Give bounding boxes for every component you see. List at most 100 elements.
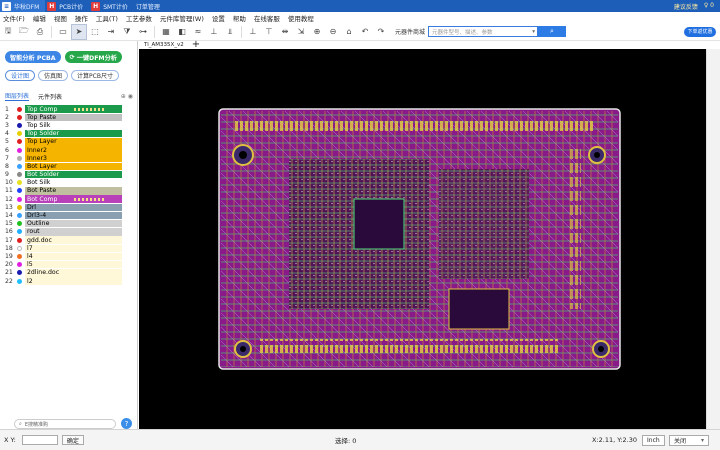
layer-color-dot[interactable] [17, 106, 22, 112]
layer-color-dot[interactable] [17, 180, 22, 186]
layer-row[interactable]: 7 Inner3 [4, 154, 122, 162]
menu-operation[interactable]: 操作 [75, 13, 88, 23]
layer-color-dot[interactable] [17, 245, 22, 251]
align-top-icon[interactable]: ⊤ [261, 24, 277, 40]
redo-icon[interactable]: ↷ [373, 24, 389, 40]
layer-row[interactable]: 15 Outline [4, 219, 122, 228]
calc-pcb-size-button[interactable]: 计算PCB尺寸 [71, 70, 119, 81]
one-click-dfm-button[interactable]: ⟳ 一键DFM分析 [64, 51, 122, 63]
box-select-icon[interactable]: ⬚ [87, 24, 103, 40]
tab-dfm[interactable]: ≡ 华秋DFM [0, 0, 46, 12]
layer-row[interactable]: 18 l7 [4, 244, 122, 253]
menu-process-params[interactable]: 工艺参数 [126, 13, 152, 23]
grid-icon[interactable]: ▦ [158, 24, 174, 40]
mirror-icon[interactable]: ⇲ [293, 24, 309, 40]
tab-component-list[interactable]: 元件列表 [38, 92, 62, 101]
close-select[interactable]: 关闭 ▾ [669, 434, 709, 446]
file-tab[interactable]: Ti_AM335X_v2 [140, 42, 188, 48]
layer-color-dot[interactable] [17, 237, 22, 243]
layer-row[interactable]: 12 Bot Comp [4, 195, 122, 203]
flip-icon[interactable]: ⇹ [277, 24, 293, 40]
layer-row[interactable]: 11 Bot Paste [4, 187, 122, 195]
layer-color-dot[interactable] [17, 131, 22, 137]
layer-row[interactable]: 19 l4 [4, 252, 122, 261]
save-icon[interactable]: 🖫 [0, 24, 16, 40]
chart-icon[interactable]: ⫫ [222, 24, 238, 40]
add-layer-icon[interactable]: ⊕ [121, 93, 126, 100]
eye-icon[interactable]: ◉ [128, 93, 133, 100]
tab-layer-list[interactable]: 图层列表 [5, 91, 30, 101]
menu-help[interactable]: 帮助 [233, 13, 246, 23]
layer-color-dot[interactable] [17, 253, 22, 259]
menu-component-library[interactable]: 元件库管理(W) [160, 13, 204, 23]
feedback-link[interactable]: 建议反馈 [674, 2, 698, 11]
filter-icon[interactable]: ⧩ [119, 24, 135, 40]
units-select[interactable]: Inch [642, 434, 665, 446]
tab-pcb-quote[interactable]: H PCB计价 [45, 0, 89, 12]
layer-row[interactable]: 20 l5 [4, 260, 122, 269]
analyze-pcba-button[interactable]: 智能分析 PCBA [5, 51, 61, 63]
chevron-down-icon[interactable]: ▾ [532, 29, 535, 35]
layer-row[interactable]: 14 Drl3-4 [4, 211, 122, 220]
layer-color-dot[interactable] [17, 262, 22, 268]
layer-color-dot[interactable] [17, 172, 22, 178]
layer-row[interactable]: 5 Top Layer [4, 138, 122, 146]
tab-smt-quote[interactable]: H SMT计价 [89, 0, 134, 12]
menu-settings[interactable]: 设置 [212, 13, 225, 23]
design-view-button[interactable]: 设计图 [5, 70, 36, 81]
layer-row[interactable]: 16 rout [4, 228, 122, 236]
layer-row[interactable]: 8 Bot Layer [4, 162, 122, 171]
layer-color-dot[interactable] [17, 270, 22, 276]
notification-icon[interactable]: ♀ 0 [704, 2, 714, 11]
align-icon[interactable]: ⊥ [206, 24, 222, 40]
pcb-canvas[interactable] [139, 49, 706, 429]
layer-row[interactable]: 4 Top Solder [4, 129, 122, 138]
ruler-icon[interactable]: ⊶ [135, 24, 151, 40]
layer-color-dot[interactable] [17, 278, 22, 284]
window-icon[interactable]: ▭ [55, 24, 71, 40]
layer-color-dot[interactable] [17, 163, 22, 169]
align-bottom-icon[interactable]: ⊥ [245, 24, 261, 40]
wave-icon[interactable]: ≈ [190, 24, 206, 40]
layer-color-dot[interactable] [17, 221, 22, 227]
layer-color-dot[interactable] [17, 204, 22, 210]
xy-input[interactable] [21, 435, 58, 445]
search-button[interactable]: ⌕ [538, 26, 567, 37]
vip-promo-button[interactable]: 下单返优惠 [684, 26, 716, 37]
menu-tools[interactable]: 工具(T) [96, 13, 118, 23]
layer-color-dot[interactable] [17, 213, 22, 219]
layer-color-dot[interactable] [17, 188, 22, 194]
menu-file[interactable]: 文件(F) [3, 13, 25, 23]
menu-online-support[interactable]: 在线客服 [254, 13, 280, 23]
layer-row[interactable]: 10 Bot Silk [4, 179, 122, 187]
layer-row[interactable]: 6 Inner2 [4, 146, 122, 154]
select-pointer-icon[interactable]: ➤ [71, 23, 87, 40]
menu-edit[interactable]: 编辑 [33, 13, 46, 23]
help-button[interactable]: ? [121, 418, 132, 429]
open-folder-icon[interactable]: 🗁 [16, 24, 32, 40]
vertical-scrollbar[interactable] [706, 49, 720, 429]
sidebar-search-input[interactable]: ⌕ E搜精准购 [14, 419, 116, 429]
zoom-in-icon[interactable]: ⊕ [309, 24, 325, 40]
simulation-view-button[interactable]: 仿真图 [38, 70, 69, 81]
zoom-out-icon[interactable]: ⊖ [325, 24, 341, 40]
layer-color-dot[interactable] [17, 139, 22, 145]
layer-stack-icon[interactable]: ◧ [174, 24, 190, 40]
component-search-input[interactable]: 元器件型号、描述、参数 ▾ [428, 26, 539, 37]
layer-color-dot[interactable] [17, 147, 22, 153]
confirm-button[interactable]: 确定 [61, 435, 84, 445]
layer-color-dot[interactable] [17, 155, 22, 161]
home-icon[interactable]: ⌂ [341, 24, 357, 40]
layer-row[interactable]: 1 Top Comp [4, 105, 122, 113]
print-icon[interactable]: ⎙ [32, 24, 48, 40]
layer-row[interactable]: 13 Drl [4, 203, 122, 212]
layer-color-dot[interactable] [17, 196, 22, 202]
layer-color-dot[interactable] [17, 114, 22, 120]
layer-color-dot[interactable] [17, 122, 22, 128]
undo-icon[interactable]: ↶ [357, 24, 373, 40]
layer-color-dot[interactable] [17, 229, 22, 235]
layer-row[interactable]: 9 Bot Solder [4, 170, 122, 179]
layer-row[interactable]: 2 Top Paste [4, 113, 122, 122]
layer-row[interactable]: 17 gdd.doc [4, 236, 122, 244]
menu-tutorial[interactable]: 使用教程 [288, 13, 314, 23]
